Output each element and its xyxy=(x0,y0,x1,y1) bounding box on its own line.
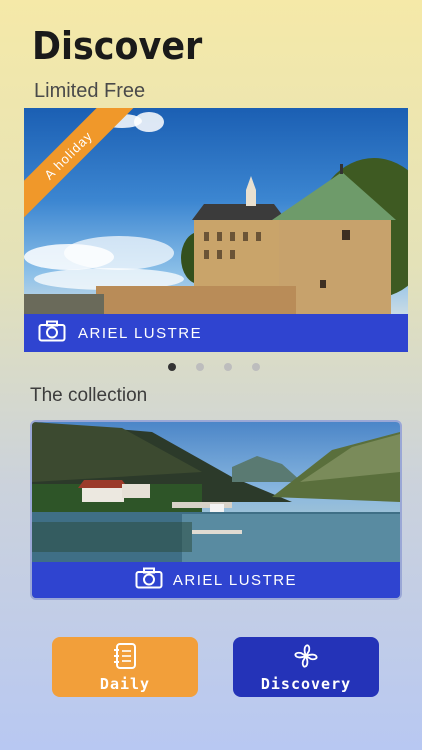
daily-button[interactable]: Daily xyxy=(52,637,198,697)
collection-heading: The collection xyxy=(30,385,148,406)
pinwheel-icon xyxy=(289,641,323,675)
discovery-label: Discovery xyxy=(260,675,352,693)
page-subtitle: Limited Free xyxy=(34,80,146,102)
hero-caption: ARIEL LUSTRE xyxy=(78,324,203,342)
hero-caption-bar: ARIEL LUSTRE xyxy=(24,314,408,352)
discovery-button[interactable]: Discovery xyxy=(233,637,379,697)
pager-dot-2[interactable] xyxy=(196,363,204,371)
pager-dot-4[interactable] xyxy=(252,363,260,371)
notebook-icon xyxy=(110,641,140,675)
page-title: Discover xyxy=(32,24,203,68)
hero-card[interactable]: A holiday ARIEL LUSTRE xyxy=(24,108,408,352)
carousel-pager xyxy=(168,363,260,371)
collection-card[interactable]: ARIEL LUSTRE xyxy=(30,420,402,600)
collection-caption: ARIEL LUSTRE xyxy=(172,571,298,589)
pager-dot-1[interactable] xyxy=(168,363,176,371)
pager-dot-3[interactable] xyxy=(224,363,232,371)
daily-label: Daily xyxy=(99,675,151,693)
camera-icon xyxy=(38,320,66,347)
collection-caption-bar: ARIEL LUSTRE xyxy=(32,562,400,598)
camera-icon xyxy=(135,567,163,594)
